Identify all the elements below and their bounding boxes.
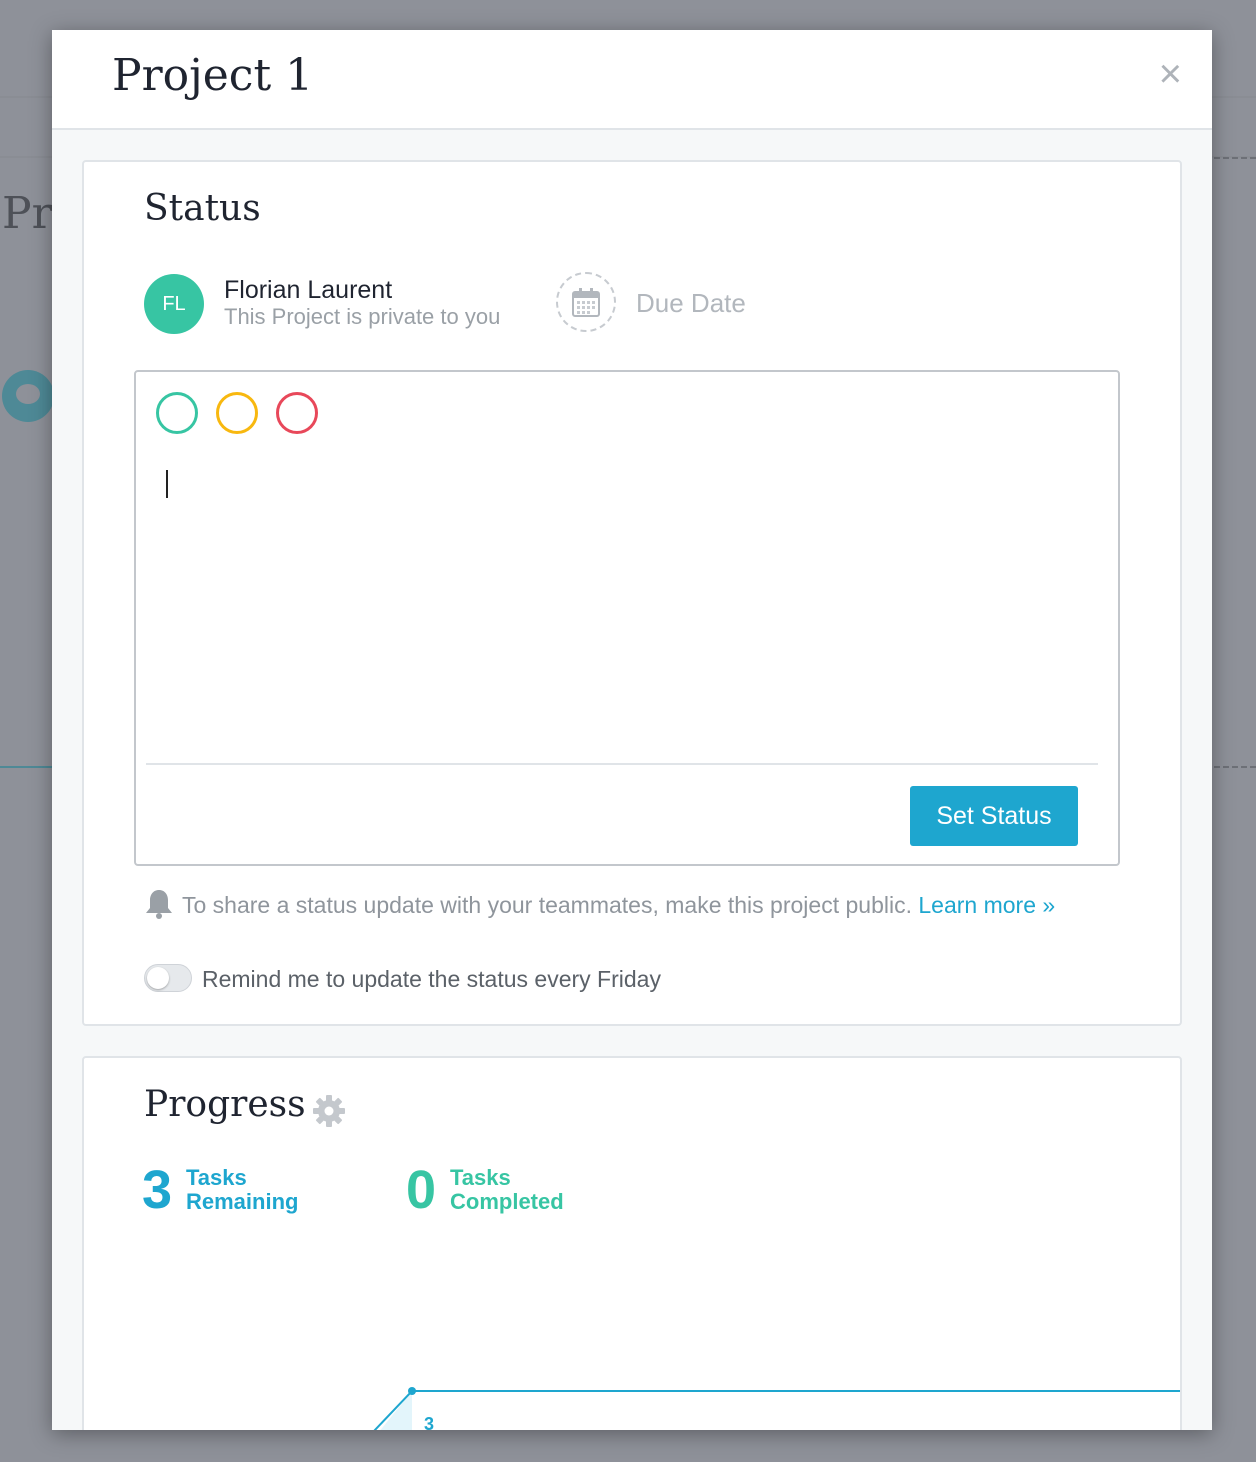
background-chart-line [0, 766, 52, 768]
tasks-completed-count: 0 [406, 1160, 437, 1220]
share-note-text: To share a status update with your teamm… [182, 892, 912, 918]
progress-chart: 3 [373, 1387, 1180, 1430]
background-divider [1214, 766, 1256, 768]
tasks-remaining-label-1: Tasks [186, 1165, 247, 1190]
remind-toggle[interactable] [144, 964, 192, 992]
privacy-note: This Project is private to you [224, 304, 501, 329]
modal-title: Project 1 [112, 50, 314, 101]
due-date-label[interactable]: Due Date [636, 288, 746, 319]
learn-more-link[interactable]: Learn more » [918, 892, 1055, 918]
background-page-title: Pr [2, 188, 53, 239]
share-note: To share a status update with your teamm… [182, 892, 1055, 919]
status-red-button[interactable] [276, 392, 318, 434]
status-card: Status FL Florian Laurent This Project i… [82, 160, 1182, 1026]
toggle-knob [147, 967, 169, 989]
status-text-input[interactable] [156, 462, 1096, 742]
editor-divider [146, 763, 1098, 765]
text-caret [166, 470, 168, 498]
tasks-completed-label-2: Completed [450, 1189, 564, 1214]
gear-icon[interactable] [312, 1094, 346, 1128]
close-icon[interactable]: × [1159, 54, 1182, 94]
owner-name: Florian Laurent [224, 276, 393, 304]
calendar-icon [572, 288, 600, 317]
tasks-completed-label-1: Tasks [450, 1165, 511, 1190]
modal-header: Project 1 × [52, 30, 1212, 130]
chart-line [373, 1390, 1180, 1430]
status-heading: Status [144, 188, 261, 229]
status-editor: Set Status [134, 370, 1120, 866]
progress-heading: Progress [144, 1084, 306, 1125]
status-yellow-button[interactable] [216, 392, 258, 434]
project-modal: Project 1 × Status FL Florian Laurent Th… [52, 30, 1212, 1430]
tasks-remaining-label-2: Remaining [186, 1189, 299, 1214]
remind-label: Remind me to update the status every Fri… [202, 966, 661, 992]
avatar[interactable]: FL [144, 274, 204, 334]
progress-card: Progress 3 Tasks Remaining 0 Tasks Compl… [82, 1056, 1182, 1430]
chart-point-label: 3 [424, 1414, 434, 1430]
background-divider [1214, 157, 1256, 159]
background-comment-icon [2, 370, 54, 422]
status-green-button[interactable] [156, 392, 198, 434]
bell-icon [146, 890, 172, 919]
chart-point [408, 1387, 416, 1395]
due-date-button[interactable] [556, 272, 616, 332]
set-status-button[interactable]: Set Status [910, 786, 1078, 846]
tasks-remaining-count: 3 [142, 1160, 173, 1220]
